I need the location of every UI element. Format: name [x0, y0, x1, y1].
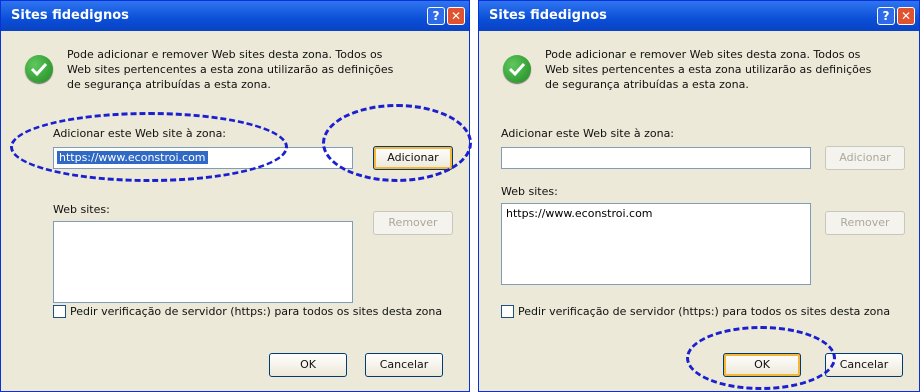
checkmark-icon: [25, 55, 53, 83]
https-verification-label: Pedir verificação de servidor (https:) p…: [70, 305, 443, 318]
close-icon[interactable]: ✕: [447, 7, 465, 25]
websites-list[interactable]: [53, 221, 353, 303]
add-button[interactable]: Adicionar: [373, 146, 453, 170]
trusted-sites-dialog-left: Sites fidedignos ? ✕ Pode adicionar e re…: [0, 0, 470, 392]
ok-button[interactable]: OK: [723, 353, 801, 377]
add-site-label: Adicionar este Web site à zona:: [501, 127, 675, 140]
help-icon[interactable]: ?: [427, 7, 445, 25]
add-site-input[interactable]: https://www.econstroi.com: [53, 147, 353, 169]
remove-button[interactable]: Remover: [825, 211, 905, 235]
https-verification-row[interactable]: Pedir verificação de servidor (https:) p…: [53, 305, 442, 318]
checkmark-icon: [503, 55, 531, 83]
zone-description: Pode adicionar e remover Web sites desta…: [67, 48, 394, 91]
https-verification-checkbox[interactable]: [53, 305, 66, 318]
help-icon[interactable]: ?: [877, 7, 895, 25]
add-site-value: https://www.econstroi.com: [57, 151, 208, 164]
https-verification-row[interactable]: Pedir verificação de servidor (https:) p…: [501, 305, 890, 318]
dialog-title: Sites fidedignos: [489, 8, 607, 23]
websites-label: Web sites:: [53, 203, 110, 216]
remove-button[interactable]: Remover: [373, 211, 453, 235]
websites-list[interactable]: https://www.econstroi.com: [501, 203, 811, 285]
https-verification-label: Pedir verificação de servidor (https:) p…: [518, 305, 891, 318]
title-bar: Sites fidedignos ? ✕: [1, 1, 469, 31]
add-button[interactable]: Adicionar: [825, 146, 905, 170]
add-site-label: Adicionar este Web site à zona:: [53, 127, 227, 140]
websites-label: Web sites:: [501, 185, 558, 198]
website-list-item[interactable]: https://www.econstroi.com: [506, 206, 806, 222]
cancel-button[interactable]: Cancelar: [825, 353, 903, 377]
dialog-title: Sites fidedignos: [11, 8, 129, 23]
cancel-button[interactable]: Cancelar: [365, 353, 443, 377]
https-verification-checkbox[interactable]: [501, 305, 514, 318]
zone-description: Pode adicionar e remover Web sites desta…: [545, 48, 872, 91]
close-icon[interactable]: ✕: [897, 7, 915, 25]
add-site-input[interactable]: [501, 147, 811, 169]
ok-button[interactable]: OK: [269, 353, 347, 377]
title-bar: Sites fidedignos ? ✕: [479, 1, 919, 31]
trusted-sites-dialog-right: Sites fidedignos ? ✕ Pode adicionar e re…: [478, 0, 920, 392]
